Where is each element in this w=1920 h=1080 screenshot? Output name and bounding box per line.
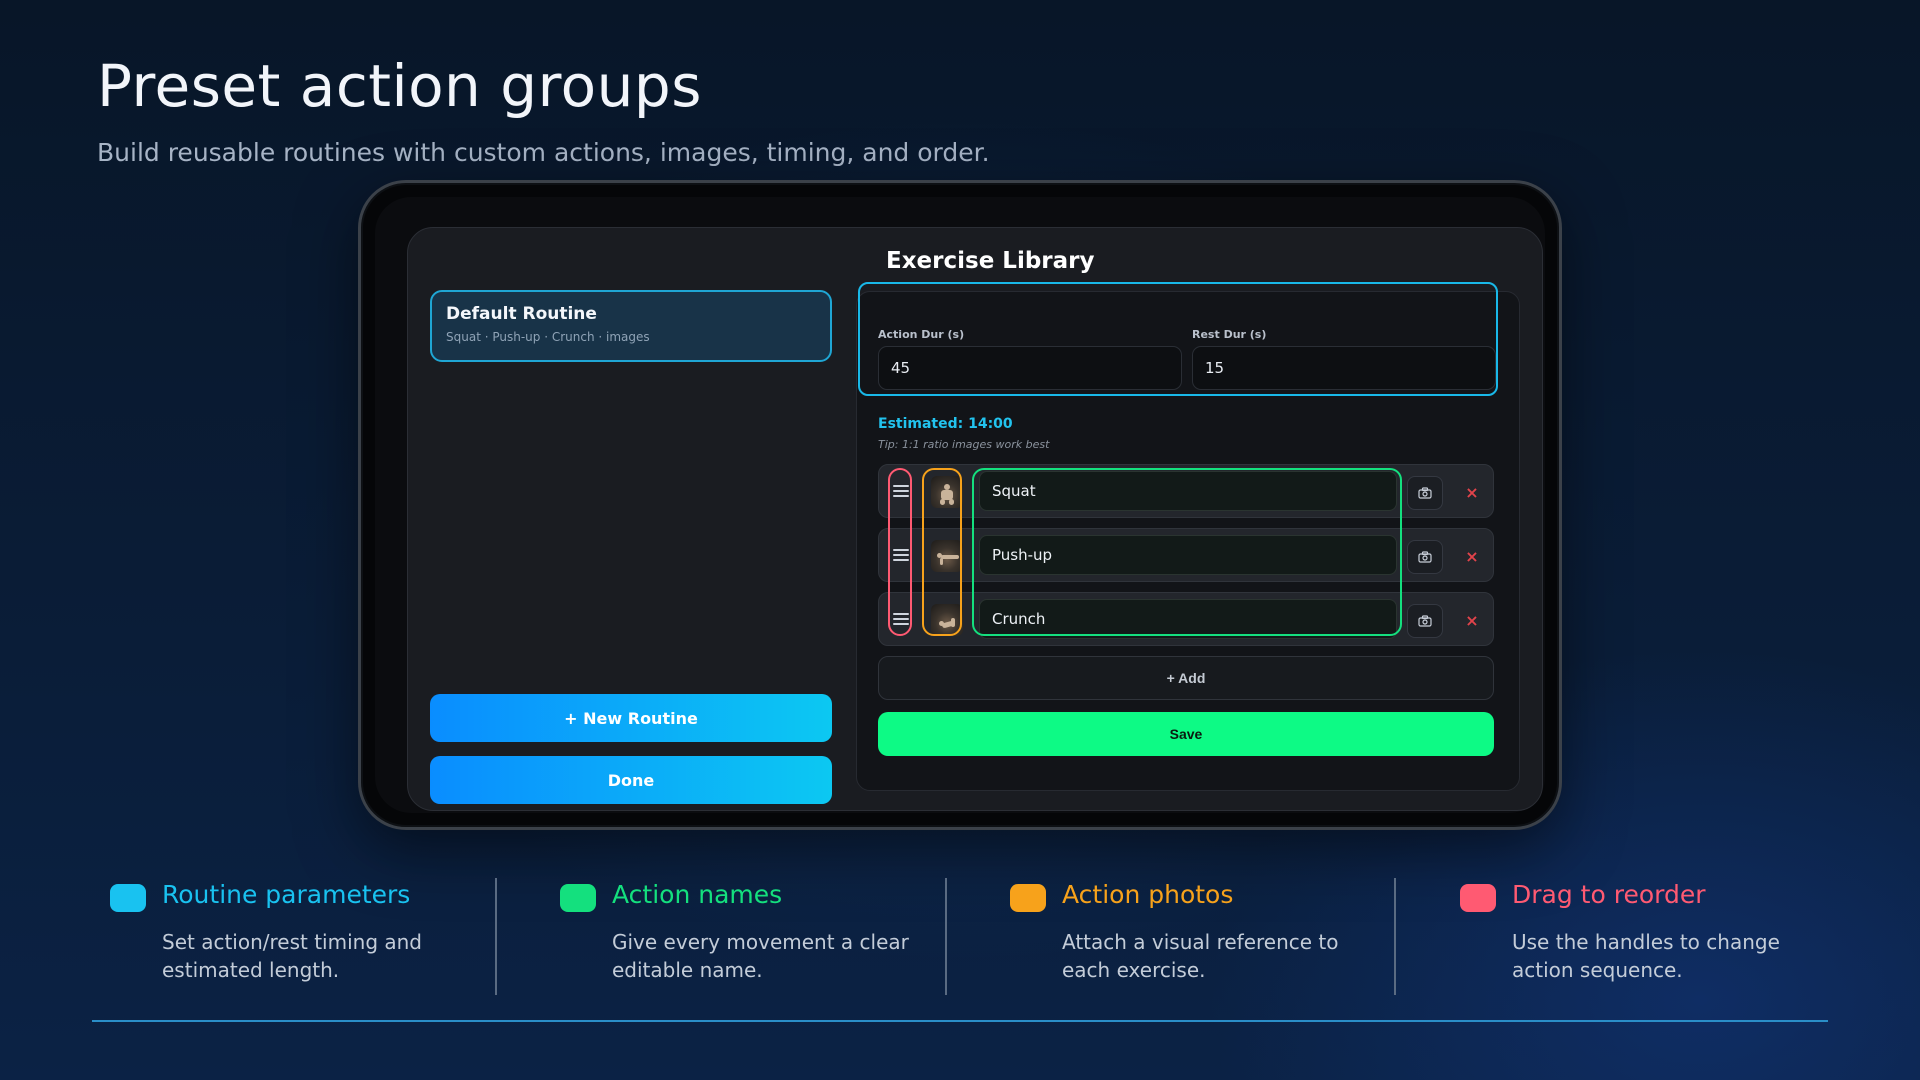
action-photo-thumbnail[interactable] bbox=[931, 476, 963, 508]
legend-description: Attach a visual reference to each exerci… bbox=[1062, 930, 1339, 982]
legend-description: Use the handles to change action sequenc… bbox=[1512, 930, 1780, 982]
action-duration-input[interactable]: 45 bbox=[878, 346, 1182, 390]
drag-handle-icon[interactable] bbox=[893, 546, 909, 564]
legend-description: Set action/rest timing and estimated len… bbox=[162, 930, 422, 982]
legend-title: Drag to reorder bbox=[1512, 880, 1706, 909]
action-name-input[interactable]: Crunch bbox=[979, 599, 1397, 639]
done-button[interactable]: Done bbox=[430, 756, 832, 804]
rest-duration-label: Rest Dur (s) bbox=[1192, 328, 1267, 341]
drag-handle-icon[interactable] bbox=[893, 610, 909, 628]
routine-summary: Squat · Push-up · Crunch · images bbox=[446, 330, 650, 344]
page-headline: Preset action groups bbox=[97, 52, 702, 120]
action-name-input[interactable]: Squat bbox=[979, 471, 1397, 511]
image-tip: Tip: 1:1 ratio images work best bbox=[878, 438, 1050, 451]
legend-swatch bbox=[1010, 884, 1046, 912]
legend-swatch bbox=[110, 884, 146, 912]
action-photo-thumbnail[interactable] bbox=[931, 604, 963, 636]
action-duration-label: Action Dur (s) bbox=[878, 328, 965, 341]
tablet-bezel: Default Routine Squat · Push-up · Crunch… bbox=[375, 197, 1545, 813]
new-routine-button[interactable]: + New Routine bbox=[430, 694, 832, 742]
camera-icon[interactable] bbox=[1407, 604, 1443, 638]
routine-name: Default Routine bbox=[446, 304, 597, 324]
legend-swatch bbox=[560, 884, 596, 912]
camera-icon[interactable] bbox=[1407, 476, 1443, 510]
action-row: Crunch × bbox=[878, 592, 1494, 646]
drag-handle-icon[interactable] bbox=[893, 482, 909, 500]
delete-action-icon[interactable]: × bbox=[1457, 477, 1487, 507]
action-photo-thumbnail[interactable] bbox=[931, 540, 963, 572]
delete-action-icon[interactable]: × bbox=[1457, 541, 1487, 571]
action-name-input[interactable]: Push-up bbox=[979, 535, 1397, 575]
legend-divider bbox=[495, 878, 497, 995]
camera-icon[interactable] bbox=[1407, 540, 1443, 574]
legend-description: Give every movement a clear editable nam… bbox=[612, 930, 909, 982]
legend-divider bbox=[1394, 878, 1396, 995]
legend-title: Action photos bbox=[1062, 880, 1234, 909]
page-subheadline: Build reusable routines with custom acti… bbox=[97, 138, 990, 167]
legend-title: Routine parameters bbox=[162, 880, 411, 909]
tablet-device-frame: Default Routine Squat · Push-up · Crunch… bbox=[358, 180, 1562, 830]
exercise-library-title: Exercise Library bbox=[886, 248, 1095, 274]
save-button[interactable]: Save bbox=[878, 712, 1494, 756]
action-row: Push-up × bbox=[878, 528, 1494, 582]
add-action-button[interactable]: + Add bbox=[878, 656, 1494, 700]
delete-action-icon[interactable]: × bbox=[1457, 605, 1487, 635]
estimated-duration: Estimated: 14:00 bbox=[878, 416, 1013, 432]
app-screen: Default Routine Squat · Push-up · Crunch… bbox=[407, 227, 1543, 811]
legend-title: Action names bbox=[612, 880, 783, 909]
bottom-rule bbox=[92, 1020, 1828, 1022]
rest-duration-input[interactable]: 15 bbox=[1192, 346, 1496, 390]
routine-card-default[interactable]: Default Routine Squat · Push-up · Crunch… bbox=[430, 290, 832, 362]
legend-divider bbox=[945, 878, 947, 995]
action-row: Squat × bbox=[878, 464, 1494, 518]
legend-swatch bbox=[1460, 884, 1496, 912]
